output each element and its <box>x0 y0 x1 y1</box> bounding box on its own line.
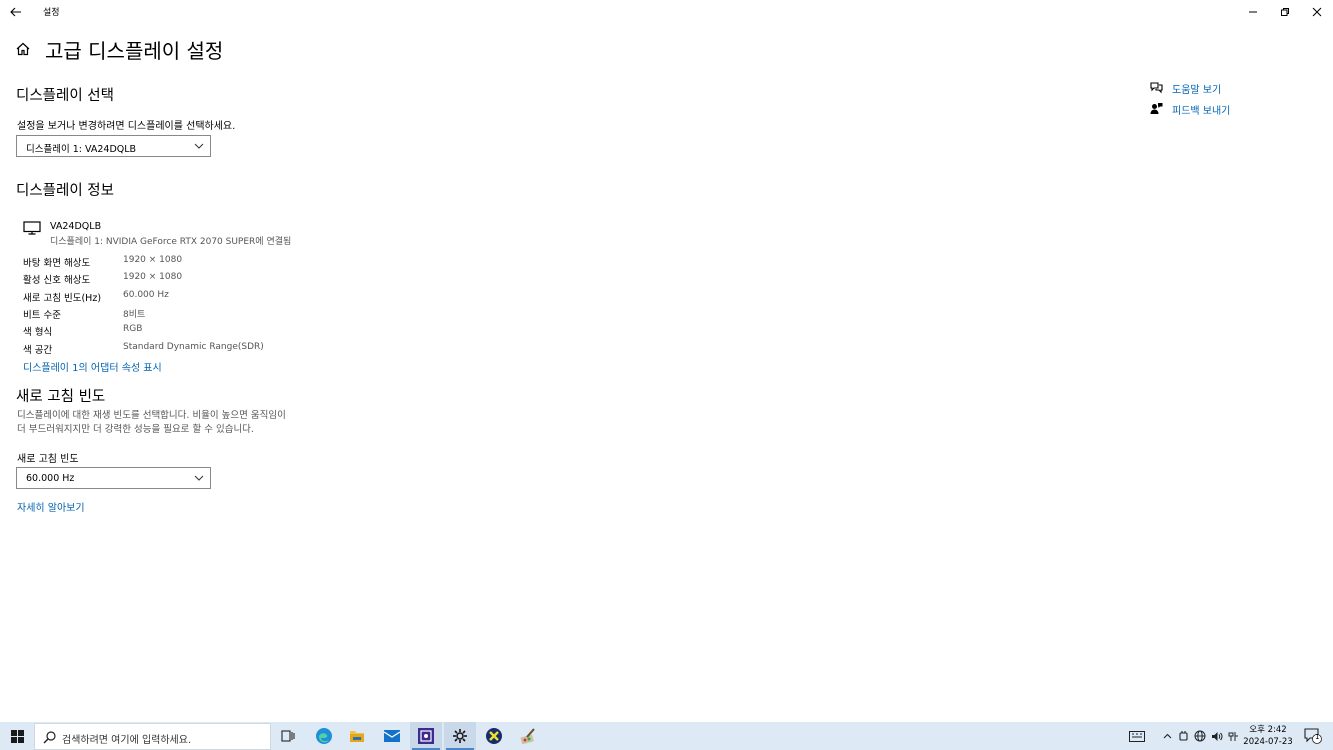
monitor-connection: 디스플레이 1: NVIDIA GeForce RTX 2070 SUPER에 … <box>50 237 292 247</box>
korean-ime-icon <box>1228 731 1238 741</box>
folder-icon <box>350 731 364 742</box>
info-label: 바탕 화면 해상도 <box>23 258 91 269</box>
restore-icon <box>1281 8 1289 16</box>
refresh-rate-description-line2: 더 부드러워지지만 더 강력한 성능을 필요로 할 수 있습니다. <box>17 424 254 435</box>
refresh-rate-description-line1: 디스플레이에 대한 재생 빈도를 선택합니다. 비율이 높으면 움직임이 <box>17 410 286 421</box>
info-value: RGB <box>123 324 143 334</box>
select-display-heading: 디스플레이 선택 <box>16 88 114 104</box>
learn-more-link[interactable]: 자세히 알아보기 <box>17 499 85 514</box>
info-row-color-space: 색 공간 Standard Dynamic Range(SDR) <box>23 342 423 356</box>
page-title: 고급 디스플레이 설정 <box>45 39 224 63</box>
mail-button[interactable] <box>376 722 408 750</box>
file-explorer-button[interactable] <box>341 722 373 750</box>
chevron-down-icon <box>194 143 204 149</box>
monitor-name: VA24DQLB <box>50 221 102 232</box>
info-row-bit-depth: 비트 수준 8비트 <box>23 307 423 321</box>
taskbar-search-box[interactable]: 검색하려면 여기에 입력하세요. <box>34 723 271 750</box>
close-button[interactable] <box>1301 0 1333 24</box>
refresh-rate-heading: 새로 고침 빈도 <box>16 389 106 405</box>
app-window-icon <box>418 728 434 744</box>
back-arrow-icon <box>10 7 21 17</box>
info-value: 1920 × 1080 <box>123 272 183 282</box>
paint-brush-icon <box>520 728 535 745</box>
restore-button[interactable] <box>1269 0 1301 24</box>
info-label: 색 형식 <box>23 327 53 338</box>
help-link[interactable]: 도움말 보기 <box>1150 80 1290 96</box>
adapter-properties-link[interactable]: 디스플레이 1의 어댑터 속성 표시 <box>23 359 162 374</box>
info-value: 1920 × 1080 <box>123 255 183 265</box>
chevron-up-icon <box>1163 733 1171 739</box>
app-taskbar-button[interactable] <box>410 722 442 750</box>
task-view-button[interactable] <box>272 722 304 750</box>
edge-taskbar-button[interactable] <box>308 722 340 750</box>
feedback-link[interactable]: 피드백 보내기 <box>1150 101 1290 117</box>
help-chat-icon <box>1150 82 1163 94</box>
volume-button[interactable] <box>1209 722 1225 750</box>
info-row-color-format: 색 형식 RGB <box>23 324 423 338</box>
feedback-link-label: 피드백 보내기 <box>1172 106 1231 117</box>
display-select-value: 디스플레이 1: VA24DQLB <box>26 144 137 155</box>
network-button[interactable] <box>1192 722 1208 750</box>
select-display-description: 설정을 보거나 변경하려면 디스플레이를 선택하세요. <box>17 121 236 132</box>
globe-icon <box>1194 730 1206 742</box>
info-label: 비트 수준 <box>23 310 61 321</box>
clock-time: 오후 2:42 <box>1249 725 1287 735</box>
info-row-desktop-resolution: 바탕 화면 해상도 1920 × 1080 <box>23 255 423 269</box>
info-value: 8비트 <box>123 310 146 320</box>
paint-taskbar-button[interactable] <box>512 722 544 750</box>
info-row-signal-resolution: 활성 신호 해상도 1920 × 1080 <box>23 272 423 286</box>
info-label: 새로 고침 빈도(Hz) <box>23 293 102 304</box>
refresh-rate-dropdown[interactable]: 60.000 Hz <box>16 467 211 489</box>
title-bar: 설정 <box>0 0 1333 24</box>
speaker-icon <box>1212 731 1223 741</box>
back-button[interactable] <box>6 2 26 22</box>
keyboard-icon <box>1129 730 1145 742</box>
info-value: 60.000 Hz <box>123 290 169 300</box>
notification-count: 1 <box>1315 733 1320 741</box>
start-button[interactable] <box>0 722 34 750</box>
minimize-icon <box>1249 11 1257 13</box>
info-label: 활성 신호 해상도 <box>23 275 91 286</box>
mail-icon <box>383 730 401 742</box>
info-value: Standard Dynamic Range(SDR) <box>123 342 264 352</box>
display-select-dropdown[interactable]: 디스플레이 1: VA24DQLB <box>16 135 211 157</box>
input-indicator[interactable] <box>1127 722 1147 750</box>
minimize-button[interactable] <box>1237 0 1269 24</box>
taskbar-clock[interactable]: 오후 2:42 2024-07-23 <box>1240 724 1296 748</box>
search-icon <box>43 731 56 744</box>
refresh-rate-field-label: 새로 고침 빈도 <box>17 454 79 465</box>
app-title: 설정 <box>43 8 60 18</box>
xbox-taskbar-button[interactable] <box>478 722 510 750</box>
gear-icon <box>453 729 467 743</box>
settings-taskbar-button[interactable] <box>444 722 476 750</box>
search-placeholder: 검색하려면 여기에 입력하세요. <box>62 735 192 746</box>
refresh-rate-value: 60.000 Hz <box>26 473 75 484</box>
tray-app-icon <box>1178 731 1188 741</box>
chevron-down-icon <box>194 475 204 481</box>
ime-language-button[interactable] <box>1226 722 1240 750</box>
show-hidden-icons-button[interactable] <box>1159 722 1175 750</box>
feedback-person-icon <box>1150 103 1163 114</box>
windows-logo-icon <box>10 729 24 743</box>
x-badge-icon <box>486 728 502 744</box>
monitor-icon <box>23 221 41 235</box>
info-label: 색 공간 <box>23 345 53 356</box>
help-link-label: 도움말 보기 <box>1172 85 1222 96</box>
tray-app-button[interactable] <box>1176 722 1190 750</box>
notification-center-button[interactable]: 1 <box>1300 722 1326 750</box>
close-icon <box>1312 7 1322 17</box>
edge-browser-icon <box>316 728 332 744</box>
info-row-refresh-rate: 새로 고침 빈도(Hz) 60.000 Hz <box>23 290 423 304</box>
home-icon[interactable] <box>15 41 31 57</box>
display-info-heading: 디스플레이 정보 <box>16 183 114 199</box>
clock-date: 2024-07-23 <box>1243 737 1293 747</box>
taskbar: 검색하려면 여기에 입력하세요. 오후 2:42 2024-07-23 1 <box>0 722 1333 750</box>
task-view-icon <box>281 730 295 742</box>
